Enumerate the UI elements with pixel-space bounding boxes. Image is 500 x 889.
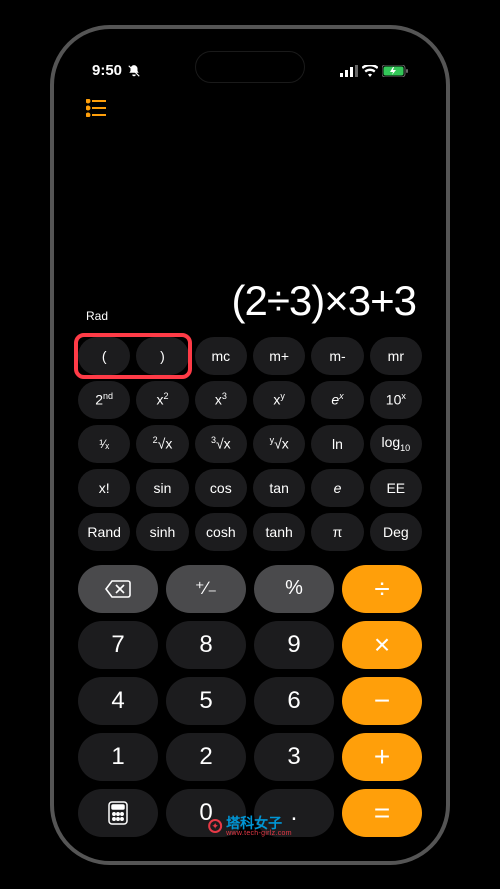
header xyxy=(64,89,436,129)
eight-button[interactable]: 8 xyxy=(166,621,246,669)
rand-button[interactable]: Rand xyxy=(78,513,130,551)
five-button[interactable]: 5 xyxy=(166,677,246,725)
watermark-en: www.tech-girlz.com xyxy=(226,830,292,837)
two-button[interactable]: 2 xyxy=(166,733,246,781)
sinh-button[interactable]: sinh xyxy=(136,513,188,551)
divide-button[interactable]: ÷ xyxy=(342,565,422,613)
main-keypad: ⁺∕₋ % ÷ 7 8 9 × 4 5 6 − 1 2 3 + 0 . = xyxy=(64,557,436,851)
mr-button[interactable]: mr xyxy=(370,337,422,375)
power-button xyxy=(448,259,450,339)
wifi-icon xyxy=(362,65,378,77)
watermark: ✦ 塔科女子 www.tech-girlz.com xyxy=(208,816,292,837)
bell-off-icon xyxy=(127,64,141,78)
ee-button[interactable]: EE xyxy=(370,469,422,507)
battery-charging-icon xyxy=(382,65,408,77)
x-cubed-button[interactable]: x3 xyxy=(195,381,247,419)
cosh-button[interactable]: cosh xyxy=(195,513,247,551)
screen: 9:50 (2÷3)×3 xyxy=(64,39,436,851)
m-plus-button[interactable]: m+ xyxy=(253,337,305,375)
sqrt-button[interactable]: 2√x xyxy=(136,425,188,463)
mode-label: Rad xyxy=(86,309,108,323)
watermark-cn: 塔科女子 xyxy=(226,816,292,830)
minus-button[interactable]: − xyxy=(342,677,422,725)
backspace-button[interactable] xyxy=(78,565,158,613)
open-paren-button[interactable]: ( xyxy=(78,337,130,375)
four-button[interactable]: 4 xyxy=(78,677,158,725)
seven-button[interactable]: 7 xyxy=(78,621,158,669)
second-button[interactable]: 2nd xyxy=(78,381,130,419)
six-button[interactable]: 6 xyxy=(254,677,334,725)
percent-button[interactable]: % xyxy=(254,565,334,613)
volume-up xyxy=(50,239,52,294)
one-button[interactable]: 1 xyxy=(78,733,158,781)
expression-display: (2÷3)×3+3 xyxy=(231,277,416,325)
plus-minus-button[interactable]: ⁺∕₋ xyxy=(166,565,246,613)
history-list-icon[interactable] xyxy=(86,99,110,119)
calculator-mode-button[interactable] xyxy=(78,789,158,837)
m-minus-button[interactable]: m- xyxy=(311,337,363,375)
signal-icon xyxy=(340,65,358,77)
plus-button[interactable]: + xyxy=(342,733,422,781)
display-area: (2÷3)×3+3 Rad xyxy=(64,129,436,331)
cbrt-button[interactable]: 3√x xyxy=(195,425,247,463)
scientific-keypad: ( ) mc m+ m- mr 2nd x2 x3 xy ex 10x ¹⁄ₓ … xyxy=(64,331,436,557)
reciprocal-button[interactable]: ¹⁄ₓ xyxy=(78,425,130,463)
dynamic-island xyxy=(195,51,305,83)
mc-button[interactable]: mc xyxy=(195,337,247,375)
status-time: 9:50 xyxy=(92,62,122,79)
ten-power-x-button[interactable]: 10x xyxy=(370,381,422,419)
log10-button[interactable]: log10 xyxy=(370,425,422,463)
tan-button[interactable]: tan xyxy=(253,469,305,507)
x-power-y-button[interactable]: xy xyxy=(253,381,305,419)
factorial-button[interactable]: x! xyxy=(78,469,130,507)
pi-button[interactable]: π xyxy=(311,513,363,551)
equals-button[interactable]: = xyxy=(342,789,422,837)
cos-button[interactable]: cos xyxy=(195,469,247,507)
close-paren-button[interactable]: ) xyxy=(136,337,188,375)
volume-down xyxy=(50,309,52,364)
x-squared-button[interactable]: x2 xyxy=(136,381,188,419)
e-power-x-button[interactable]: ex xyxy=(311,381,363,419)
ln-button[interactable]: ln xyxy=(311,425,363,463)
sin-button[interactable]: sin xyxy=(136,469,188,507)
e-button[interactable]: e xyxy=(311,469,363,507)
phone-frame: 9:50 (2÷3)×3 xyxy=(50,25,450,865)
three-button[interactable]: 3 xyxy=(254,733,334,781)
watermark-logo-icon: ✦ xyxy=(208,819,222,833)
tanh-button[interactable]: tanh xyxy=(253,513,305,551)
y-root-button[interactable]: y√x xyxy=(253,425,305,463)
nine-button[interactable]: 9 xyxy=(254,621,334,669)
deg-button[interactable]: Deg xyxy=(370,513,422,551)
multiply-button[interactable]: × xyxy=(342,621,422,669)
side-button xyxy=(50,189,52,219)
